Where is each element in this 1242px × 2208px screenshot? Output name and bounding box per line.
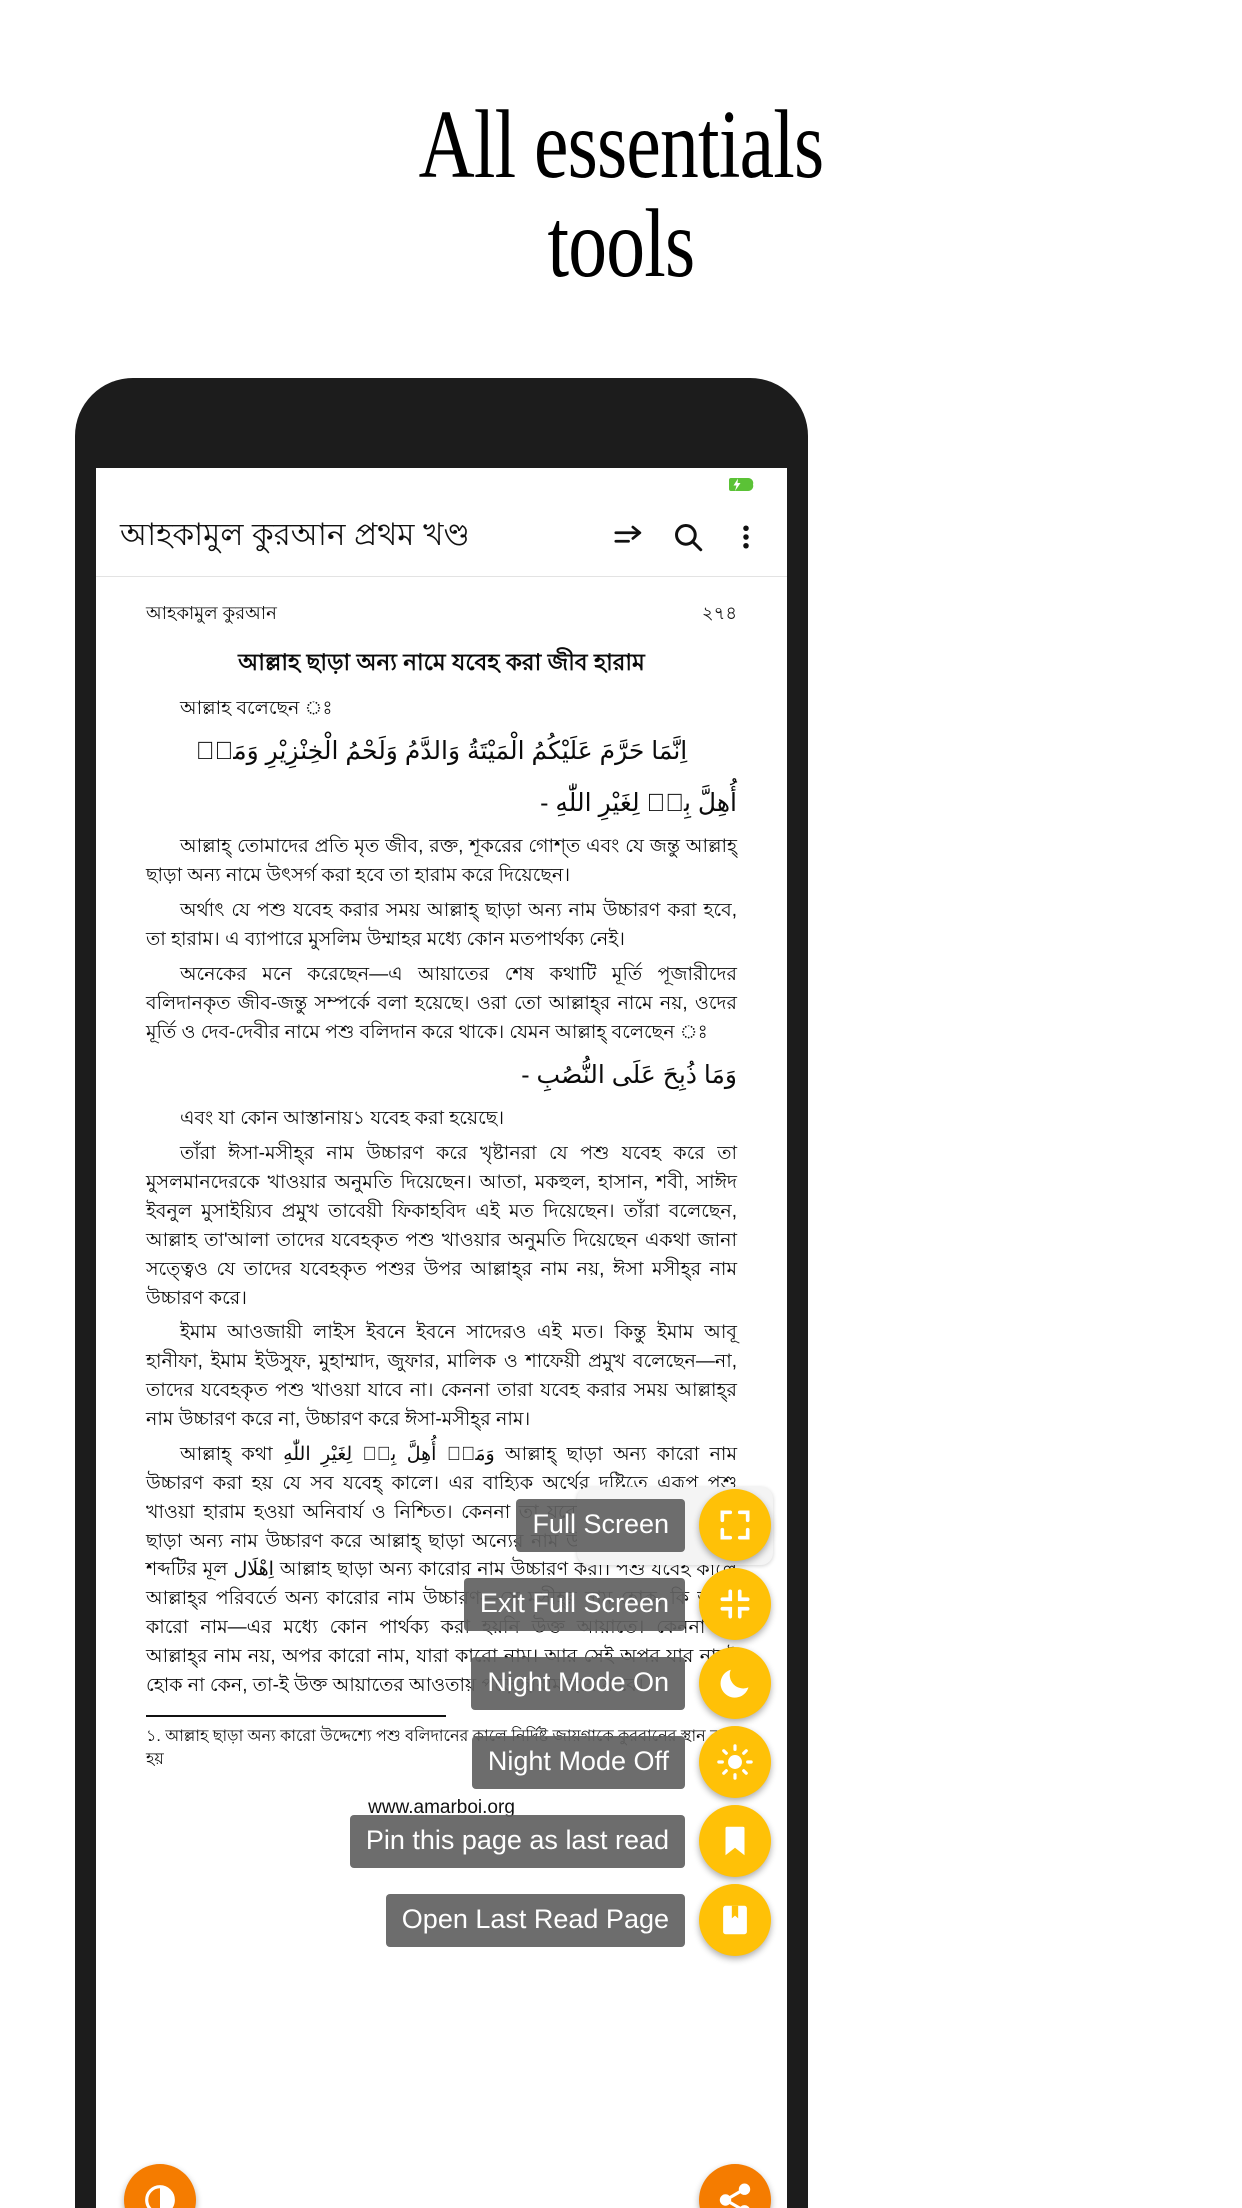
page-number: ২৭৪ <box>701 603 737 623</box>
app-bar-title: আহকামুল কুরআন প্রথম খণ্ড <box>120 517 470 552</box>
footnote-divider <box>146 1714 446 1717</box>
overflow-menu-icon[interactable] <box>717 508 775 566</box>
document-page[interactable]: আহকামুল কুরআন ২৭৪ আল্লাহ ছাড়া অন্য নামে… <box>96 577 787 2208</box>
running-head-title: আহকামুল কুরআন <box>146 603 277 623</box>
tooltip-open-last-read-page: Open Last Read Page <box>385 1893 685 1947</box>
arabic-verse-1-line-1: اِنَّمَا حَرَّمَ عَلَيْكُمُ الْمَيْتَةُ … <box>195 736 688 765</box>
paragraph: তাঁরা ঈসা-মসীহ্‌র নাম উচ্চারণ করে খৃষ্টা… <box>146 1143 737 1309</box>
lead-in-text: আল্লাহ বলেছেন ঃ <box>180 698 333 719</box>
fullscreen-enter-icon[interactable] <box>699 1489 771 1561</box>
headline-line-1: All essentials <box>418 91 825 198</box>
headline-line-2: tools <box>547 189 696 297</box>
swap-arrows-icon[interactable] <box>601 508 659 566</box>
document-heading: আল্লাহ ছাড়া অন্য নামে যবেহ করা জীব হারা… <box>238 649 645 675</box>
battery-charging-icon <box>729 477 754 492</box>
marketing-headline: All essentials tools <box>124 95 1118 297</box>
arabic-verse-2: وَمَا ذُبِحَ عَلَى النُّصُبِ - <box>521 1060 737 1089</box>
bookmark-icon[interactable] <box>699 1805 771 1877</box>
tooltip-night-mode-off: Night Mode Off <box>471 1735 685 1789</box>
phone-device-frame: আহকামুল কুরআন প্রথম খণ্ড আহকামুল কুরআন ২… <box>75 378 808 2208</box>
status-bar <box>96 468 787 498</box>
sun-icon[interactable] <box>699 1726 771 1798</box>
paragraph: আল্লাহ্ তোমাদের প্রতি মৃত জীব, রক্ত, শূক… <box>146 836 737 887</box>
tooltip-exit-full-screen: Exit Full Screen <box>463 1577 685 1631</box>
tooltip-pin-this-page: Pin this page as last read <box>349 1814 685 1868</box>
paragraph: অর্থাৎ যে পশু যবেহ করার সময় আল্লাহ্ ছাড… <box>146 900 737 950</box>
fullscreen-exit-icon[interactable] <box>699 1568 771 1640</box>
arabic-verse-1-line-2: أُهِلَّ بِهٖ لِغَيْرِ اللّٰهِ - <box>540 788 737 817</box>
moon-icon[interactable] <box>699 1647 771 1719</box>
tooltip-night-mode-on: Night Mode On <box>471 1656 685 1710</box>
paragraph: অনেকের মনে করেছেন—এ আয়াতের শেষ কথাটি মূ… <box>146 963 737 1043</box>
phone-screen: আহকামুল কুরআন প্রথম খণ্ড আহকামুল কুরআন ২… <box>96 468 787 2208</box>
book-bookmark-icon[interactable] <box>699 1884 771 1956</box>
tooltip-full-screen: Full Screen <box>516 1498 685 1552</box>
paragraph: এবং যা কোন আস্তানায়১ যবেহ করা হয়েছে। <box>180 1108 505 1130</box>
search-icon[interactable] <box>659 508 717 566</box>
page-running-head: আহকামুল কুরআন ২৭৪ <box>146 599 737 630</box>
paragraph: ইমাম আওজায়ী লাইস ইবনে ইবনে সাদেরও এই মত… <box>146 1322 737 1430</box>
app-bar: আহকামুল কুরআন প্রথম খণ্ড <box>96 498 787 577</box>
